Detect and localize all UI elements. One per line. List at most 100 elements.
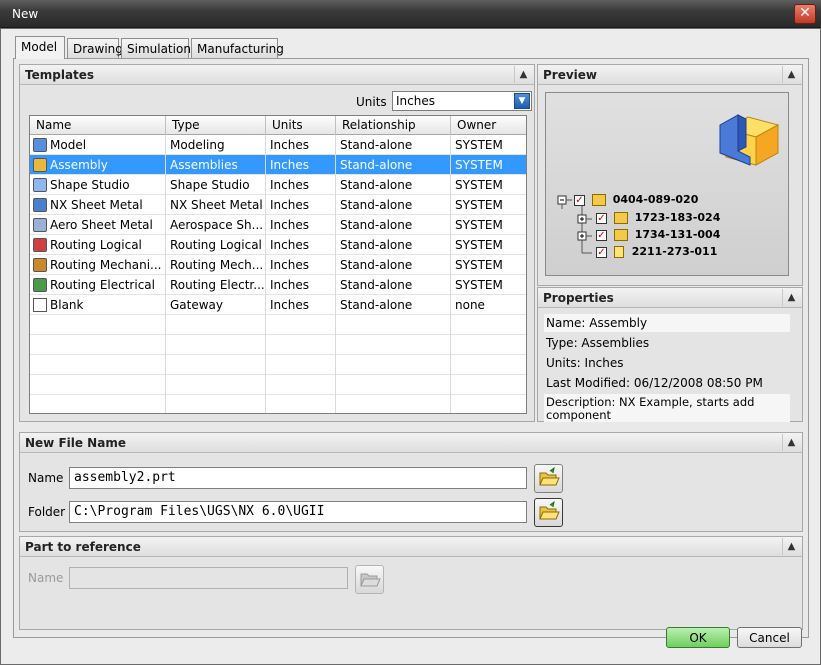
table-cell-type: Routing Logical bbox=[166, 235, 266, 255]
close-icon[interactable]: ✕ bbox=[794, 4, 816, 24]
column-header-name[interactable]: Name bbox=[30, 116, 166, 135]
table-cell-units: Inches bbox=[266, 135, 336, 155]
table-cell-text: SYSTEM bbox=[455, 238, 503, 252]
table-row[interactable]: Shape Studio Shape Studio Inches Stand-alon… bbox=[30, 175, 526, 195]
tree-node-root[interactable]: ✓ 0404-089-020 bbox=[574, 193, 698, 206]
ok-button[interactable]: OK bbox=[666, 627, 730, 648]
table-row[interactable]: Blank Gateway Inches Stand-alone none bbox=[30, 295, 526, 315]
tab-model[interactable]: Model bbox=[15, 36, 65, 59]
preview-title: Preview bbox=[543, 68, 598, 82]
table-row[interactable]: Aero Sheet Metal Aerospace Sh... Inches Sta… bbox=[30, 215, 526, 235]
tree-node-child[interactable]: ✓ 1734-131-004 bbox=[596, 228, 720, 241]
column-header-relationship[interactable]: Relationship bbox=[336, 116, 451, 135]
column-header-owner[interactable]: Owner bbox=[451, 116, 526, 135]
property-last-modified: Last Modified: 06/12/2008 08:50 PM bbox=[546, 376, 763, 390]
table-cell-relationship bbox=[336, 395, 451, 413]
properties-header[interactable]: Properties ▲ bbox=[538, 288, 802, 308]
chevron-down-icon[interactable]: ▼ bbox=[514, 93, 530, 109]
collapse-properties-icon[interactable]: ▲ bbox=[782, 289, 800, 306]
part-to-reference-header[interactable]: Part to reference ▲ bbox=[20, 537, 802, 557]
table-cell-text: Inches bbox=[270, 258, 309, 272]
routing-mechanical-icon bbox=[33, 258, 47, 272]
preview-panel: Preview ▲ ✓ 0404-089-020 ✓ 1723-183-024 … bbox=[537, 64, 803, 286]
units-select[interactable]: Inches ▼ bbox=[392, 91, 532, 111]
table-cell-owner bbox=[451, 335, 526, 355]
table-cell-text: NX Sheet Metal bbox=[170, 198, 263, 212]
tab-simulation[interactable]: Simulation bbox=[121, 38, 191, 58]
collapse-new-file-name-icon[interactable]: ▲ bbox=[782, 434, 800, 451]
table-row-empty bbox=[30, 395, 526, 413]
table-row[interactable]: Assembly Assemblies Inches Stand-alone SYSTE… bbox=[30, 155, 526, 175]
checked-box-icon[interactable]: ✓ bbox=[596, 246, 607, 258]
table-cell-owner: none bbox=[451, 295, 526, 315]
column-header-type[interactable]: Type bbox=[166, 116, 266, 135]
table-cell-owner bbox=[451, 375, 526, 395]
new-file-name-header[interactable]: New File Name ▲ bbox=[20, 433, 802, 453]
table-cell-owner: SYSTEM bbox=[451, 275, 526, 295]
table-cell-name: Model bbox=[30, 135, 166, 155]
table-cell-text: Assembly bbox=[50, 158, 108, 172]
table-cell-units bbox=[266, 335, 336, 355]
table-row[interactable]: Routing Logical Routing Logical Inches Stan… bbox=[30, 235, 526, 255]
column-header-units[interactable]: Units bbox=[266, 116, 336, 135]
new-file-name-panel: New File Name ▲ Name assembly2.prt Folde… bbox=[19, 432, 803, 532]
tree-node-child[interactable]: ✓ 2211-273-011 bbox=[596, 245, 717, 258]
units-selected-value: Inches bbox=[396, 94, 435, 108]
tab-manufacturing[interactable]: Manufacturing bbox=[191, 38, 284, 58]
table-row[interactable]: Model Modeling Inches Stand-alone SYSTEM bbox=[30, 135, 526, 155]
templates-title: Templates bbox=[25, 68, 95, 82]
browse-name-button[interactable] bbox=[534, 464, 563, 493]
table-cell-text: Inches bbox=[270, 178, 309, 192]
table-cell-text: Routing Logical bbox=[170, 238, 262, 252]
table-cell-text: Routing Electrical bbox=[50, 278, 155, 292]
property-type: Type: Assemblies bbox=[546, 336, 650, 350]
table-cell-owner: SYSTEM bbox=[451, 255, 526, 275]
checked-box-icon[interactable]: ✓ bbox=[596, 212, 607, 224]
part-node-icon bbox=[613, 246, 624, 258]
preview-header[interactable]: Preview ▲ bbox=[538, 65, 802, 85]
table-row-empty bbox=[30, 315, 526, 335]
table-cell-owner: SYSTEM bbox=[451, 215, 526, 235]
table-cell-units: Inches bbox=[266, 275, 336, 295]
tree-node-child[interactable]: ✓ 1723-183-024 bbox=[596, 211, 720, 224]
folder-input[interactable]: C:\Program Files\UGS\NX 6.0\UGII bbox=[69, 501, 527, 523]
property-name: Name: Assembly bbox=[544, 314, 790, 332]
table-cell-text: Stand-alone bbox=[340, 138, 413, 152]
table-cell-text: Stand-alone bbox=[340, 298, 413, 312]
table-cell-type: Assemblies bbox=[166, 155, 266, 175]
table-cell-units: Inches bbox=[266, 175, 336, 195]
collapse-part-to-reference-icon[interactable]: ▲ bbox=[782, 538, 800, 555]
cancel-button[interactable]: Cancel bbox=[737, 627, 802, 648]
units-label: Units bbox=[356, 95, 387, 109]
table-cell-text: Routing Electr... bbox=[170, 278, 265, 292]
model-icon bbox=[33, 138, 47, 152]
tab-drawing[interactable]: Drawing bbox=[67, 38, 123, 58]
table-cell-type: NX Sheet Metal bbox=[166, 195, 266, 215]
table-cell-text: SYSTEM bbox=[455, 258, 503, 272]
table-row[interactable]: Routing Mechani... Routing Mech... Inches S… bbox=[30, 255, 526, 275]
reference-name-input bbox=[69, 567, 348, 589]
table-cell-text: Stand-alone bbox=[340, 258, 413, 272]
table-row[interactable]: NX Sheet Metal NX Sheet Metal Inches Stand-… bbox=[30, 195, 526, 215]
table-cell-name: Aero Sheet Metal bbox=[30, 215, 166, 235]
table-cell-text: Routing Mechani... bbox=[50, 258, 162, 272]
collapse-templates-icon[interactable]: ▲ bbox=[514, 66, 532, 83]
templates-header[interactable]: Templates ▲ bbox=[20, 65, 534, 85]
browse-folder-button[interactable] bbox=[534, 498, 563, 527]
table-cell-relationship bbox=[336, 355, 451, 375]
assembly-node-icon bbox=[613, 212, 628, 224]
collapse-preview-icon[interactable]: ▲ bbox=[782, 66, 800, 83]
table-cell-name: Blank bbox=[30, 295, 166, 315]
name-input[interactable]: assembly2.prt bbox=[69, 467, 527, 489]
table-cell-relationship: Stand-alone bbox=[336, 195, 451, 215]
table-cell-name bbox=[30, 395, 166, 413]
table-cell-text: Stand-alone bbox=[340, 218, 413, 232]
table-cell-type bbox=[166, 315, 266, 335]
table-cell-type bbox=[166, 395, 266, 413]
table-cell-text: Inches bbox=[270, 138, 309, 152]
table-row[interactable]: Routing Electrical Routing Electr... Inche… bbox=[30, 275, 526, 295]
checked-box-icon[interactable]: ✓ bbox=[574, 194, 585, 206]
new-dialog: Model Drawing Simulation Manufacturing T… bbox=[0, 28, 821, 665]
checked-box-icon[interactable]: ✓ bbox=[596, 229, 607, 241]
new-file-name-title: New File Name bbox=[25, 436, 126, 450]
